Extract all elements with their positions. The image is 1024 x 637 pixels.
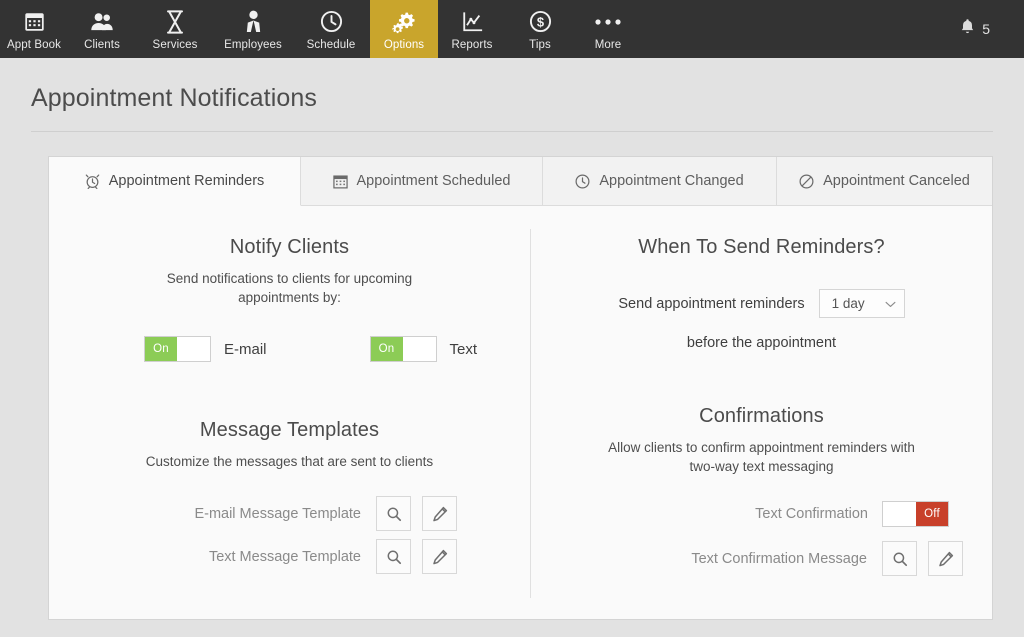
settings-card: Appointment Reminders Appointment Schedu… <box>48 156 993 620</box>
notify-clients-subtitle: Send notifications to clients for upcomi… <box>166 271 413 305</box>
nav-label: Employees <box>224 38 282 51</box>
top-navigation-bar: Appt Book Clients Services Employees Sch… <box>0 0 1024 58</box>
send-reminders-prefix: Send appointment reminders <box>618 295 805 312</box>
tab-appointment-canceled[interactable]: Appointment Canceled <box>777 157 992 206</box>
confirmations-subtitle: Allow clients to confirm appointment rem… <box>608 440 915 474</box>
tab-bar: Appointment Reminders Appointment Schedu… <box>49 157 992 206</box>
toggle-knob <box>883 502 916 526</box>
svg-text:$: $ <box>536 14 543 29</box>
text-confirmation-row: Text Confirmation Off <box>531 501 992 527</box>
bell-icon <box>960 18 975 40</box>
send-reminders-row: Send appointment reminders 1 day <box>531 289 992 318</box>
text-confirmation-message-label: Text Confirmation Message <box>691 550 867 567</box>
dollar-circle-icon: $ <box>529 9 552 35</box>
text-confirmation-message-view-button[interactable] <box>882 541 917 576</box>
notify-clients-title: Notify Clients <box>229 236 350 258</box>
text-toggle-label: Text <box>449 340 478 358</box>
email-template-view-button[interactable] <box>376 496 411 531</box>
search-icon <box>892 551 908 567</box>
left-column: Notify Clients Send notifications to cli… <box>49 206 530 574</box>
text-notifications-toggle[interactable]: On <box>369 336 437 362</box>
confirmations-title: Confirmations <box>699 405 824 427</box>
clock-icon <box>320 9 343 35</box>
nav-item-more[interactable]: More <box>574 0 642 58</box>
toggle-state-label: Off <box>916 502 948 526</box>
reminder-lead-time-value: 1 day <box>831 296 865 311</box>
nav-item-reports[interactable]: Reports <box>438 0 506 58</box>
tab-appointment-changed[interactable]: Appointment Changed <box>543 157 777 206</box>
toggle-state-label: On <box>145 337 177 361</box>
tab-label: Appointment Scheduled <box>356 173 511 189</box>
email-template-label: E-mail Message Template <box>194 505 361 522</box>
header-divider <box>31 131 993 132</box>
send-reminders-suffix: before the appointment <box>686 335 837 351</box>
notifications-indicator[interactable]: 5 <box>960 0 990 58</box>
alarm-clock-icon <box>85 173 100 189</box>
pencil-icon <box>938 551 954 567</box>
nav-label: Reports <box>451 38 493 51</box>
tab-appointment-reminders[interactable]: Appointment Reminders <box>49 157 301 206</box>
clock-icon <box>575 174 590 189</box>
reminder-lead-time-select[interactable]: 1 day <box>818 289 905 318</box>
text-confirmation-message-row: Text Confirmation Message <box>531 541 992 576</box>
notification-count: 5 <box>982 21 990 37</box>
chevron-down-icon <box>885 296 896 311</box>
people-icon <box>90 9 114 35</box>
text-confirmation-toggle[interactable]: Off <box>882 501 949 527</box>
pencil-icon <box>432 506 448 522</box>
nav-item-clients[interactable]: Clients <box>68 0 136 58</box>
calendar-grid-icon <box>24 9 45 35</box>
page-title: Appointment Notifications <box>31 84 317 112</box>
nav-item-appt-book[interactable]: Appt Book <box>0 0 68 58</box>
nav-item-employees[interactable]: Employees <box>214 0 292 58</box>
tab-label: Appointment Changed <box>599 173 744 189</box>
nav-label: Appt Book <box>7 38 61 51</box>
person-tie-icon <box>244 9 263 35</box>
ban-icon <box>799 174 814 189</box>
text-confirmation-message-edit-button[interactable] <box>928 541 963 576</box>
toggle-knob <box>402 337 436 361</box>
text-template-label: Text Message Template <box>208 548 361 565</box>
pencil-icon <box>432 549 448 565</box>
nav-label: Clients <box>84 38 120 51</box>
text-template-row: Text Message Template <box>49 539 530 574</box>
nav-label: Schedule <box>306 38 356 51</box>
search-icon <box>386 549 402 565</box>
nav-label: Options <box>383 38 425 51</box>
text-template-view-button[interactable] <box>376 539 411 574</box>
nav-item-options[interactable]: Options <box>370 0 438 58</box>
nav-item-schedule[interactable]: Schedule <box>292 0 370 58</box>
email-toggle-label: E-mail <box>224 340 267 358</box>
hourglass-icon <box>165 9 185 35</box>
calendar-icon <box>332 174 348 189</box>
tab-label: Appointment Canceled <box>823 173 970 189</box>
nav-item-services[interactable]: Services <box>136 0 214 58</box>
email-template-row: E-mail Message Template <box>49 496 530 531</box>
gears-icon <box>391 9 417 35</box>
tab-label: Appointment Reminders <box>108 173 265 189</box>
nav-item-tips[interactable]: $ Tips <box>506 0 574 58</box>
email-notifications-toggle[interactable]: On <box>144 336 211 362</box>
toggle-state-label: On <box>370 337 403 361</box>
nav-label: Tips <box>529 38 551 51</box>
nav-label: More <box>594 38 622 51</box>
right-column: When To Send Reminders? Send appointment… <box>531 206 992 576</box>
when-to-send-title: When To Send Reminders? <box>638 236 885 258</box>
search-icon <box>386 506 402 522</box>
text-template-edit-button[interactable] <box>422 539 457 574</box>
message-templates-title: Message Templates <box>199 419 380 441</box>
nav-label: Services <box>152 38 198 51</box>
text-confirmation-label: Text Confirmation <box>755 506 868 522</box>
toggle-knob <box>177 337 210 361</box>
line-chart-icon <box>461 9 484 35</box>
tab-appointment-scheduled[interactable]: Appointment Scheduled <box>301 157 543 206</box>
email-template-edit-button[interactable] <box>422 496 457 531</box>
page-header: Appointment Notifications <box>0 58 1024 135</box>
ellipsis-icon <box>594 9 622 35</box>
message-templates-subtitle: Customize the messages that are sent to … <box>145 454 434 469</box>
